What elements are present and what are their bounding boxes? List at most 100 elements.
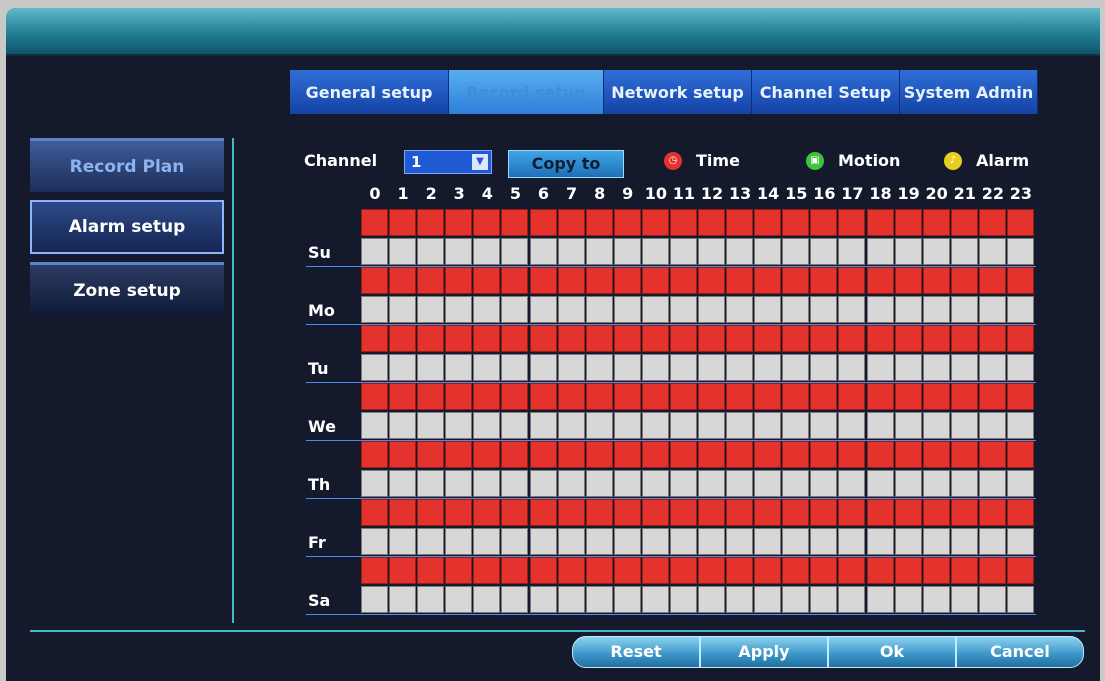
schedule-cell-time[interactable]: [445, 557, 473, 584]
schedule-cell-time[interactable]: [1006, 441, 1034, 468]
schedule-cell-time[interactable]: [529, 557, 557, 584]
schedule-cell-empty[interactable]: [894, 586, 922, 613]
schedule-cell-time[interactable]: [698, 325, 726, 352]
schedule-cell-empty[interactable]: [529, 354, 557, 381]
schedule-cell-empty[interactable]: [361, 412, 389, 439]
schedule-cell-time[interactable]: [950, 441, 978, 468]
schedule-cell-empty[interactable]: [613, 238, 641, 265]
schedule-cell-time[interactable]: [445, 441, 473, 468]
schedule-cell-empty[interactable]: [361, 354, 389, 381]
schedule-cell-empty[interactable]: [866, 412, 894, 439]
schedule-cell-empty[interactable]: [557, 586, 585, 613]
schedule-cell-time[interactable]: [585, 325, 613, 352]
schedule-cell-time[interactable]: [810, 209, 838, 236]
schedule-cell-time[interactable]: [978, 383, 1006, 410]
schedule-cell-empty[interactable]: [641, 354, 669, 381]
schedule-cell-time[interactable]: [529, 441, 557, 468]
schedule-cell-empty[interactable]: [978, 238, 1006, 265]
schedule-cell-empty[interactable]: [613, 296, 641, 323]
schedule-cell-empty[interactable]: [529, 528, 557, 555]
schedule-cell-time[interactable]: [613, 325, 641, 352]
tab-record-setup[interactable]: Record setup: [449, 70, 604, 114]
schedule-cell-empty[interactable]: [417, 238, 445, 265]
schedule-cell-empty[interactable]: [1006, 528, 1034, 555]
schedule-cell-empty[interactable]: [669, 586, 697, 613]
schedule-cell-time[interactable]: [978, 499, 1006, 526]
schedule-cell-time[interactable]: [922, 209, 950, 236]
schedule-cell-time[interactable]: [838, 441, 866, 468]
schedule-cell-empty[interactable]: [1006, 412, 1034, 439]
schedule-cell-empty[interactable]: [810, 296, 838, 323]
schedule-cell-time[interactable]: [613, 209, 641, 236]
schedule-cell-empty[interactable]: [894, 238, 922, 265]
schedule-cell-time[interactable]: [501, 383, 529, 410]
schedule-cell-time[interactable]: [445, 383, 473, 410]
schedule-cell-time[interactable]: [726, 325, 754, 352]
schedule-cell-empty[interactable]: [445, 470, 473, 497]
reset-button[interactable]: Reset: [572, 636, 700, 668]
schedule-cell-empty[interactable]: [950, 528, 978, 555]
schedule-cell-time[interactable]: [361, 499, 389, 526]
schedule-cell-empty[interactable]: [754, 354, 782, 381]
schedule-cell-time[interactable]: [669, 499, 697, 526]
schedule-cell-empty[interactable]: [669, 354, 697, 381]
schedule-cell-time[interactable]: [613, 499, 641, 526]
schedule-cell-empty[interactable]: [754, 296, 782, 323]
schedule-cell-empty[interactable]: [726, 470, 754, 497]
schedule-cell-empty[interactable]: [389, 412, 417, 439]
schedule-cell-time[interactable]: [754, 441, 782, 468]
schedule-cell-empty[interactable]: [698, 586, 726, 613]
schedule-cell-empty[interactable]: [782, 528, 810, 555]
schedule-cell-time[interactable]: [669, 325, 697, 352]
schedule-cell-time[interactable]: [529, 267, 557, 294]
schedule-cell-empty[interactable]: [669, 412, 697, 439]
schedule-cell-time[interactable]: [950, 209, 978, 236]
schedule-cell-empty[interactable]: [1006, 354, 1034, 381]
schedule-cell-time[interactable]: [641, 209, 669, 236]
schedule-cell-time[interactable]: [894, 209, 922, 236]
schedule-cell-empty[interactable]: [613, 412, 641, 439]
schedule-cell-empty[interactable]: [557, 296, 585, 323]
schedule-cell-time[interactable]: [922, 383, 950, 410]
schedule-cell-time[interactable]: [1006, 209, 1034, 236]
schedule-cell-empty[interactable]: [389, 586, 417, 613]
schedule-cell-empty[interactable]: [866, 296, 894, 323]
schedule-cell-time[interactable]: [501, 325, 529, 352]
schedule-cell-time[interactable]: [950, 557, 978, 584]
schedule-cell-time[interactable]: [782, 441, 810, 468]
schedule-cell-empty[interactable]: [585, 586, 613, 613]
schedule-cell-empty[interactable]: [754, 470, 782, 497]
schedule-cell-time[interactable]: [613, 383, 641, 410]
schedule-cell-time[interactable]: [754, 325, 782, 352]
schedule-cell-empty[interactable]: [922, 296, 950, 323]
schedule-cell-empty[interactable]: [950, 238, 978, 265]
schedule-cell-time[interactable]: [585, 499, 613, 526]
schedule-cell-time[interactable]: [445, 267, 473, 294]
schedule-cell-empty[interactable]: [698, 470, 726, 497]
schedule-cell-time[interactable]: [754, 499, 782, 526]
schedule-cell-time[interactable]: [557, 383, 585, 410]
schedule-cell-time[interactable]: [641, 557, 669, 584]
schedule-cell-time[interactable]: [698, 557, 726, 584]
schedule-cell-time[interactable]: [950, 499, 978, 526]
tab-channel-setup[interactable]: Channel Setup: [752, 70, 900, 114]
schedule-cell-empty[interactable]: [838, 296, 866, 323]
schedule-cell-time[interactable]: [698, 499, 726, 526]
schedule-cell-empty[interactable]: [585, 238, 613, 265]
schedule-cell-time[interactable]: [585, 383, 613, 410]
schedule-cell-empty[interactable]: [361, 238, 389, 265]
schedule-cell-empty[interactable]: [978, 586, 1006, 613]
schedule-cell-time[interactable]: [501, 441, 529, 468]
schedule-cell-empty[interactable]: [641, 412, 669, 439]
schedule-cell-time[interactable]: [698, 267, 726, 294]
schedule-cell-empty[interactable]: [698, 528, 726, 555]
schedule-cell-empty[interactable]: [473, 354, 501, 381]
schedule-cell-time[interactable]: [754, 383, 782, 410]
copy-to-button[interactable]: Copy to: [508, 150, 624, 178]
schedule-cell-empty[interactable]: [529, 586, 557, 613]
schedule-cell-empty[interactable]: [389, 470, 417, 497]
nav-record-plan[interactable]: Record Plan: [30, 138, 224, 192]
schedule-cell-empty[interactable]: [754, 412, 782, 439]
schedule-cell-time[interactable]: [950, 267, 978, 294]
schedule-cell-time[interactable]: [726, 557, 754, 584]
